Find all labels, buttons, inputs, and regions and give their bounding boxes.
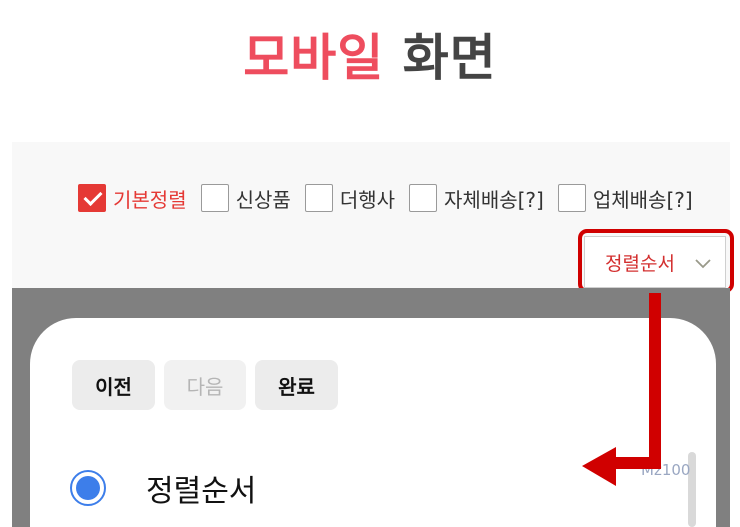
title-text: 화면 [402,29,497,87]
radio-dot [76,476,100,500]
filter-label: 신상품 [235,187,291,212]
sort-option-row[interactable]: 정렬순서 [70,466,256,510]
filter-promotion[interactable]: 더행사 [304,184,396,213]
checkbox-icon[interactable] [557,184,586,212]
checkbox-icon[interactable] [200,184,229,212]
filter-new-products[interactable]: 신상품 [200,184,291,213]
done-button[interactable]: 완료 [255,360,338,410]
checkbox-icon[interactable] [409,184,438,212]
next-button[interactable]: 다음 [164,360,246,410]
prev-button[interactable]: 이전 [72,360,155,410]
filter-vendor-delivery[interactable]: 업체배송[?] [557,184,693,213]
checkbox-checked-icon[interactable] [78,184,106,212]
filter-label: 더행사 [339,187,396,212]
filter-basic-sort[interactable]: 기본정렬 [78,184,187,213]
page-title: 모바일 화면 [0,18,740,90]
filter-row: 기본정렬 신상품 더행사 자체배송[?] 업체배송[?] [78,183,707,213]
title-highlight: 모바일 [243,29,385,87]
filter-label: 자체배송[?] [444,187,544,212]
annotation-highlight-box [578,229,734,293]
filter-label: 업체배송[?] [592,187,693,212]
filter-own-delivery[interactable]: 자체배송[?] [409,184,544,213]
watermark: Mz100 [641,461,691,479]
checkbox-icon[interactable] [304,184,333,212]
sort-option-label: 정렬순서 [146,474,257,509]
radio-selected-icon[interactable] [70,470,106,506]
filter-label: 기본정렬 [113,187,187,212]
